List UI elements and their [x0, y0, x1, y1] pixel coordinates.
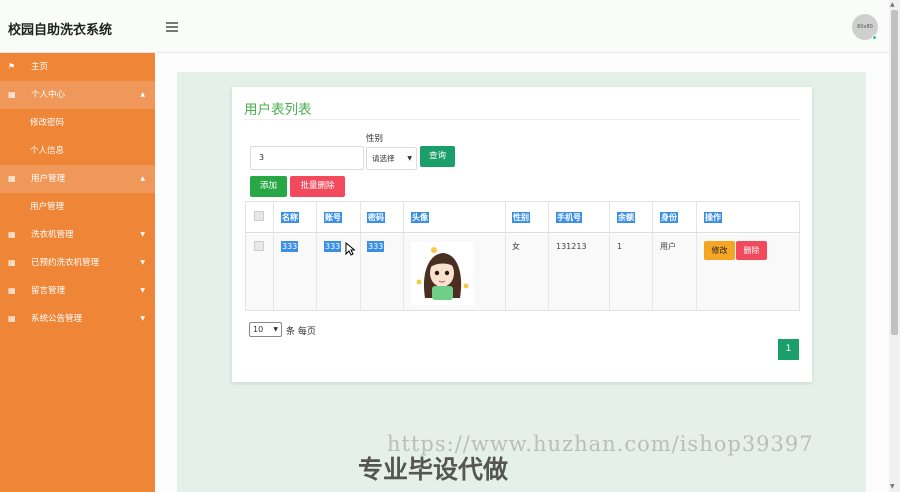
- sidebar-item-reserved-washers[interactable]: ▦ 已预约洗衣机管理 ▼: [0, 249, 155, 277]
- page-title: 用户表列表: [244, 102, 312, 118]
- batch-delete-button[interactable]: 批量删除: [290, 176, 345, 197]
- column-divider: [403, 202, 404, 310]
- column-divider: [548, 202, 549, 310]
- column-divider: [652, 202, 653, 310]
- mouse-cursor-icon: [345, 242, 355, 256]
- cell-gender: 女: [512, 242, 520, 251]
- per-page-label: 条 每页: [286, 327, 316, 337]
- flag-icon: ⚑: [8, 62, 16, 71]
- cell-role: 用户: [660, 242, 676, 251]
- grid-icon: ▦: [8, 90, 16, 99]
- chevron-down-icon: ▼: [140, 231, 145, 238]
- cell-password: 333: [367, 241, 385, 252]
- chevron-down-icon: ▼: [140, 259, 145, 266]
- sidebar-subitem-change-password[interactable]: 修改密码: [0, 109, 155, 137]
- column-divider: [273, 202, 274, 310]
- column-divider: [360, 202, 361, 310]
- chevron-down-icon: ▼: [273, 326, 278, 333]
- grid-icon: ▦: [8, 286, 16, 295]
- sidebar-item-washer-management[interactable]: ▦ 洗衣机管理 ▼: [0, 221, 155, 249]
- menu-toggle-icon[interactable]: [166, 22, 178, 32]
- search-input[interactable]: 3: [250, 146, 364, 170]
- sidebar-item-messages[interactable]: ▦ 留言管理 ▼: [0, 277, 155, 305]
- grid-icon: ▦: [8, 174, 16, 183]
- scroll-down-arrow-icon[interactable]: ▼: [890, 483, 895, 490]
- grid-icon: ▦: [8, 258, 16, 267]
- page-number-button[interactable]: 1: [778, 339, 799, 360]
- app-title: 校园自助洗衣系统: [8, 23, 113, 38]
- cell-account: 333: [324, 241, 342, 252]
- column-divider: [505, 202, 506, 310]
- column-header[interactable]: 身份: [660, 212, 678, 223]
- sidebar-subitem-user-management[interactable]: 用户管理: [0, 193, 155, 221]
- gender-label: 性别: [366, 134, 384, 144]
- cell-phone: 131213: [556, 242, 587, 251]
- column-divider: [316, 202, 317, 310]
- sidebar-item-home[interactable]: ⚑ 主页: [0, 53, 155, 81]
- select-all-checkbox[interactable]: [254, 211, 264, 221]
- delete-button[interactable]: 删除: [736, 241, 767, 260]
- column-divider: [696, 202, 697, 310]
- column-header[interactable]: 手机号: [556, 212, 582, 223]
- query-button[interactable]: 查询: [420, 146, 455, 167]
- edit-button[interactable]: 修改: [704, 241, 735, 260]
- chevron-down-icon: ▼: [140, 315, 145, 322]
- add-button[interactable]: 添加: [250, 176, 287, 197]
- column-header[interactable]: 名称: [281, 212, 299, 223]
- sidebar: ⚑ 主页 ▦ 个人中心 ▲ 修改密码 个人信息 ▦ 用户管理 ▲ 用户管理 ▦ …: [0, 53, 155, 492]
- page-size-select[interactable]: 10 ▼: [249, 322, 282, 337]
- chevron-up-icon: ▲: [140, 175, 145, 182]
- sidebar-item-personal-center[interactable]: ▦ 个人中心 ▲: [0, 81, 155, 109]
- scrollbar-thumb[interactable]: [891, 10, 898, 335]
- chevron-down-icon: ▼: [140, 287, 145, 294]
- column-divider: [609, 202, 610, 310]
- watermark-text: 专业毕设代做: [358, 455, 509, 484]
- sidebar-item-announcements[interactable]: ▦ 系统公告管理 ▼: [0, 305, 155, 333]
- gender-select[interactable]: 请选择 ▼: [366, 147, 417, 170]
- grid-icon: ▦: [8, 314, 16, 323]
- page-size-value: 10: [253, 325, 264, 334]
- chevron-down-icon: ▼: [407, 155, 412, 162]
- online-status-dot: [872, 35, 877, 40]
- column-header[interactable]: 操作: [704, 212, 722, 223]
- grid-icon: ▦: [8, 230, 16, 239]
- user-list-card: 用户表列表 3 性别 请选择 ▼ 查询 添加 批量删除 名称 账号 密码 头像 …: [232, 87, 812, 382]
- sidebar-item-user-management[interactable]: ▦ 用户管理 ▲: [0, 165, 155, 193]
- table-row[interactable]: 333 333 333 女 131213 1 用户 修改 删除: [246, 234, 799, 310]
- sidebar-subitem-personal-info[interactable]: 个人信息: [0, 137, 155, 165]
- top-bar: 校园自助洗衣系统: [0, 0, 889, 53]
- scroll-up-arrow-icon[interactable]: ▲: [890, 1, 895, 8]
- row-checkbox[interactable]: [254, 241, 264, 251]
- cell-balance: 1: [617, 242, 623, 251]
- column-header[interactable]: 余额: [617, 212, 635, 223]
- divider: [244, 119, 800, 120]
- cell-name: 333: [281, 241, 299, 252]
- user-table: 名称 账号 密码 头像 性别 手机号 余额 身份 操作 333 333 333: [245, 201, 800, 311]
- column-header[interactable]: 账号: [324, 212, 342, 223]
- table-header: 名称 账号 密码 头像 性别 手机号 余额 身份 操作: [246, 202, 799, 233]
- column-header[interactable]: 头像: [411, 212, 429, 223]
- column-header[interactable]: 密码: [367, 212, 385, 223]
- chevron-up-icon: ▲: [140, 91, 145, 98]
- gender-select-value: 请选择: [372, 154, 395, 163]
- column-header[interactable]: 性别: [512, 212, 530, 223]
- avatar-image: [411, 242, 474, 305]
